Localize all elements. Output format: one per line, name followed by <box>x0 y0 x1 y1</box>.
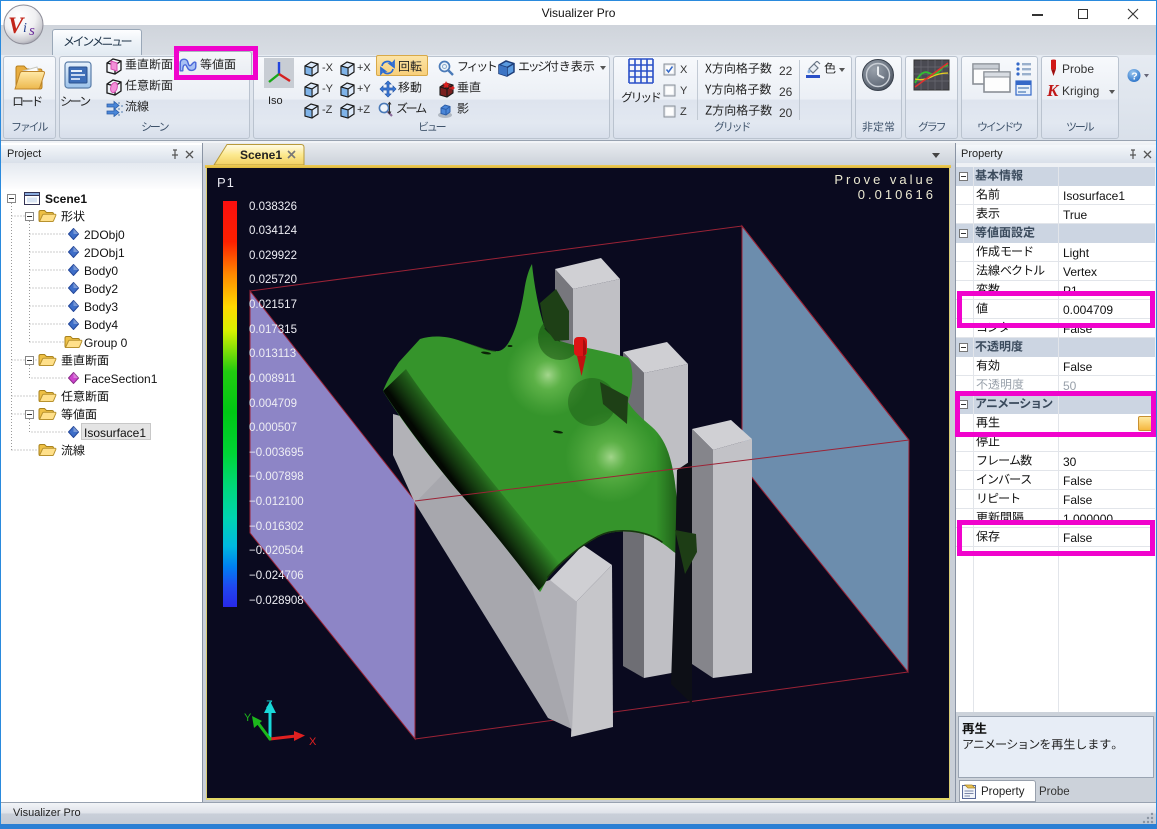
svg-text:X: X <box>309 736 317 748</box>
svg-text:?: ? <box>1131 71 1137 83</box>
svg-text:K: K <box>1046 81 1060 99</box>
svg-text:s: s <box>29 23 35 39</box>
svg-text:Y: Y <box>244 712 252 724</box>
svg-text:i: i <box>23 21 27 36</box>
svg-text:Z: Z <box>266 699 273 711</box>
